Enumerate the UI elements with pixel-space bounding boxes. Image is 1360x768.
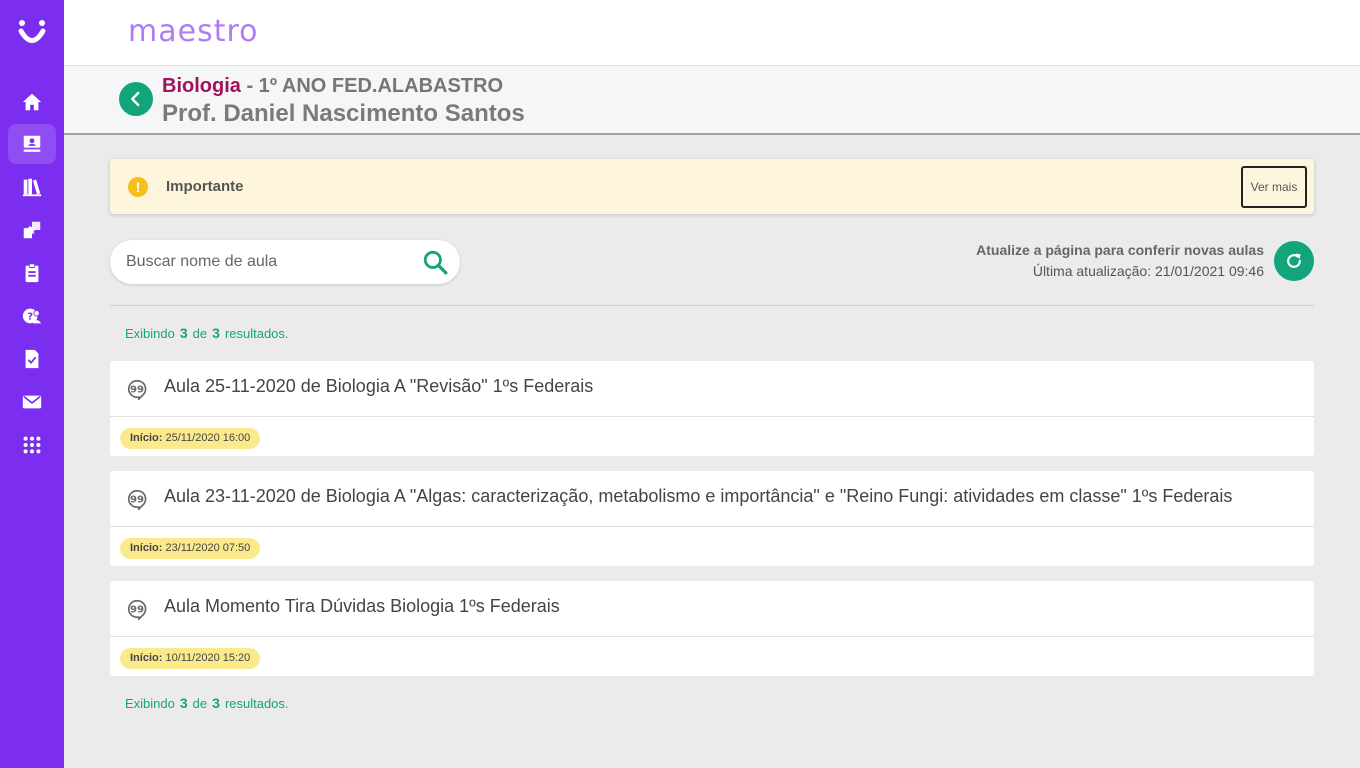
chat-quote-icon: 99 <box>128 379 147 400</box>
teacher-name: Prof. Daniel Nascimento Santos <box>162 100 525 127</box>
start-date-badge: Início: 10/11/2020 15:20 <box>120 648 261 669</box>
results-total: 3 <box>212 695 220 711</box>
sidebar-item-home[interactable] <box>8 82 56 122</box>
teacher-board-icon <box>23 135 41 152</box>
lesson-title[interactable]: Aula Momento Tira Dúvidas Biologia 1ºs F… <box>164 596 560 617</box>
library-icon <box>22 178 42 197</box>
lesson-title[interactable]: Aula 25-11-2020 de Biologia A "Revisão" … <box>164 376 593 397</box>
results-shown: 3 <box>179 695 188 711</box>
start-label: Início: <box>130 432 163 444</box>
last-update-time: Última atualização: 21/01/2021 09:46 <box>1032 263 1264 279</box>
svg-text:99: 99 <box>130 495 144 506</box>
search-input[interactable] <box>126 248 416 276</box>
results-shown: 3 <box>179 325 188 341</box>
class-name: 1º ANO FED.ALABASTRO <box>258 75 504 97</box>
svg-text:99: 99 <box>130 385 144 396</box>
lesson-card[interactable]: 99 Aula Momento Tira Dúvidas Biologia 1º… <box>110 581 1314 676</box>
class-title: Biologia - 1º ANO FED.ALABASTRO <box>162 75 503 98</box>
home-icon <box>22 93 42 111</box>
sidebar-item-classes[interactable] <box>8 124 56 164</box>
sidebar-item-activities[interactable] <box>8 210 56 250</box>
brand-logo-text[interactable]: maestro <box>128 14 259 49</box>
important-notice: ! Importante Ver mais <box>110 159 1314 214</box>
maestro-logo-icon[interactable] <box>16 16 48 48</box>
chat-quote-icon: 99 <box>128 489 147 510</box>
start-label: Início: <box>130 652 163 664</box>
see-more-button[interactable]: Ver mais <box>1241 166 1307 208</box>
title-separator: - <box>240 75 259 97</box>
mail-icon <box>22 395 42 409</box>
start-label: Início: <box>130 542 163 554</box>
clipboard-icon <box>25 263 39 283</box>
start-date-badge: Início: 25/11/2020 16:00 <box>120 428 261 449</box>
start-date: 10/11/2020 15:20 <box>165 652 251 664</box>
refresh-info: Atualize a página para conferir novas au… <box>976 242 1264 279</box>
sidebar-item-messages[interactable] <box>8 382 56 422</box>
chevron-left-icon <box>131 91 140 107</box>
lesson-title[interactable]: Aula 23-11-2020 de Biologia A "Algas: ca… <box>164 486 1232 507</box>
results-suffix: resultados. <box>224 696 289 711</box>
top-bar: maestro <box>64 0 1360 65</box>
lesson-header: 99 Aula 25-11-2020 de Biologia A "Revisã… <box>110 361 1314 417</box>
refresh-icon <box>1287 253 1301 268</box>
puzzle-icon <box>23 221 41 239</box>
chat-quote-icon: 99 <box>128 599 147 620</box>
lesson-card[interactable]: 99 Aula 23-11-2020 de Biologia A "Algas:… <box>110 471 1314 566</box>
class-header: Biologia - 1º ANO FED.ALABASTRO Prof. Da… <box>64 65 1360 135</box>
lesson-header: 99 Aula 23-11-2020 de Biologia A "Algas:… <box>110 471 1314 527</box>
results-middle: de <box>192 326 208 341</box>
sidebar: ? <box>0 0 64 768</box>
results-count-bottom: Exibindo 3 de 3 resultados. <box>125 695 289 711</box>
search-icon[interactable] <box>422 249 448 275</box>
sidebar-item-grades[interactable] <box>8 339 56 379</box>
sidebar-item-more-apps[interactable] <box>8 425 56 465</box>
warning-icon: ! <box>128 177 148 197</box>
checked-document-icon <box>25 349 39 369</box>
svg-text:99: 99 <box>130 605 144 616</box>
results-suffix: resultados. <box>224 326 289 341</box>
divider <box>110 305 1314 306</box>
results-total: 3 <box>212 325 220 341</box>
sidebar-item-mentoring[interactable]: ? <box>8 296 56 336</box>
start-date-badge: Início: 23/11/2020 07:50 <box>120 538 261 559</box>
back-button[interactable] <box>119 82 153 116</box>
lesson-card[interactable]: 99 Aula 25-11-2020 de Biologia A "Revisã… <box>110 361 1314 456</box>
start-date: 23/11/2020 07:50 <box>165 542 251 554</box>
refresh-title: Atualize a página para conferir novas au… <box>976 242 1264 258</box>
refresh-button[interactable] <box>1274 241 1314 281</box>
svg-text:?: ? <box>27 312 33 323</box>
results-prefix: Exibindo <box>125 326 175 341</box>
lesson-header: 99 Aula Momento Tira Dúvidas Biologia 1º… <box>110 581 1314 637</box>
subject-name: Biologia <box>162 75 241 97</box>
results-count-top: Exibindo 3 de 3 resultados. <box>125 325 289 341</box>
sidebar-item-tasks[interactable] <box>8 253 56 293</box>
apps-grid-icon <box>23 436 41 454</box>
sidebar-item-library[interactable] <box>8 167 56 207</box>
start-date: 25/11/2020 16:00 <box>165 432 251 444</box>
search-box <box>110 240 460 284</box>
results-prefix: Exibindo <box>125 696 175 711</box>
mentor-icon: ? <box>22 308 42 324</box>
results-middle: de <box>192 696 208 711</box>
notice-title: Importante <box>166 178 244 195</box>
